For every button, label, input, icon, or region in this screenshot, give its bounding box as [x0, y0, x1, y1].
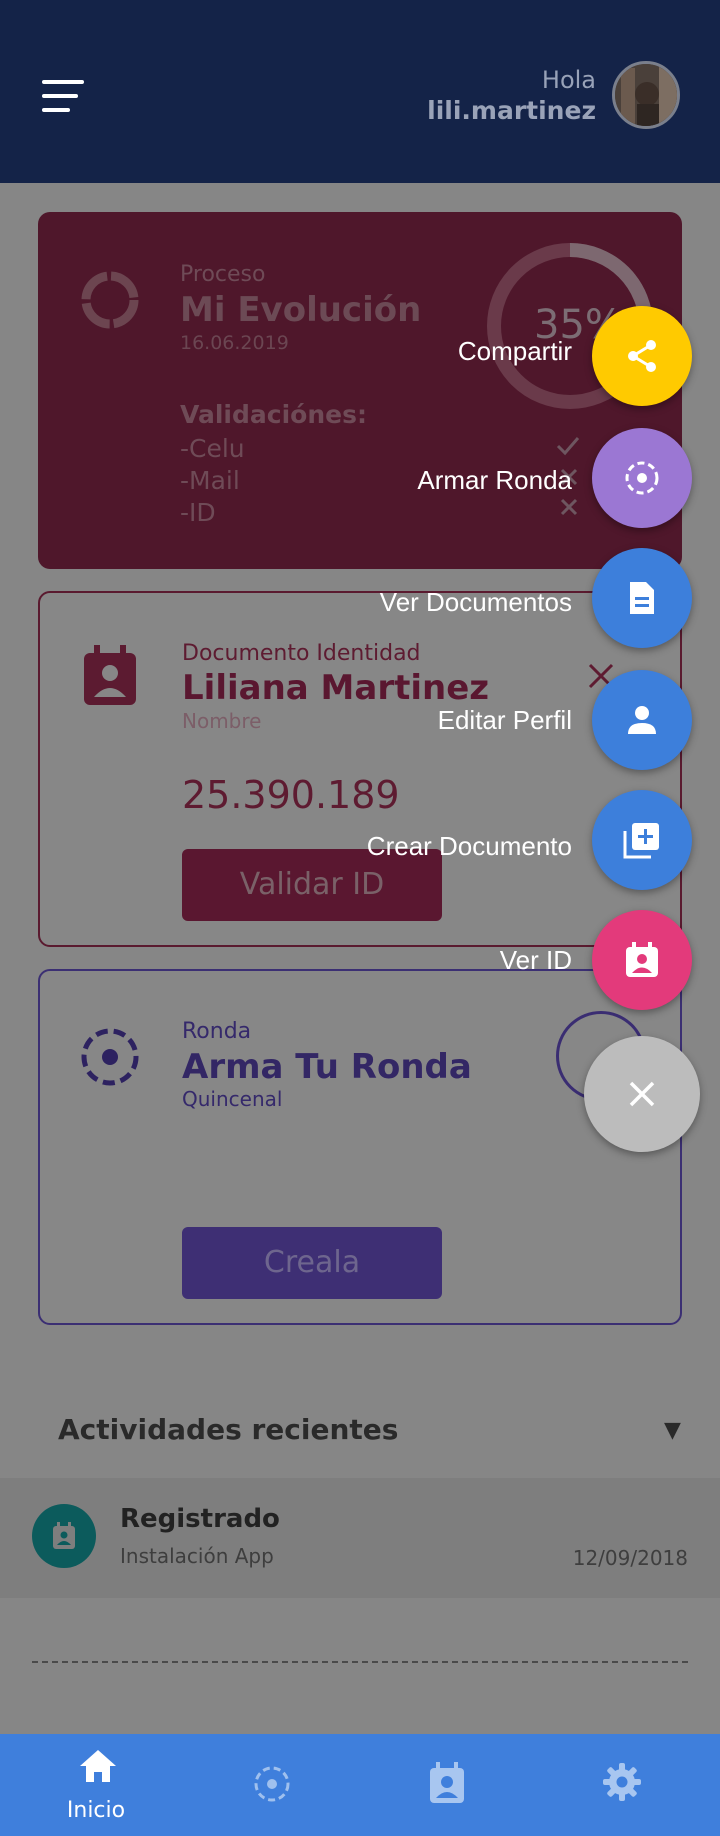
- activity-detail: Instalación App: [120, 1544, 274, 1568]
- avatar[interactable]: [612, 61, 680, 129]
- gear-icon: [603, 1763, 641, 1801]
- share-button[interactable]: [592, 306, 692, 406]
- view-id-button[interactable]: [592, 910, 692, 1010]
- fab-label-create-document: Crear Documento: [366, 831, 572, 861]
- id-badge-icon: [84, 645, 136, 705]
- ronda-icon: [81, 1028, 139, 1086]
- id-name-label: Nombre: [182, 709, 262, 733]
- check-icon: [556, 437, 580, 456]
- nav-item-settings[interactable]: [532, 1734, 712, 1836]
- activity-name: Registrado: [120, 1504, 280, 1534]
- bottom-navigation: Inicio: [0, 1734, 720, 1836]
- fab-label-share: Compartir: [457, 336, 572, 366]
- ronda-overline: Ronda: [182, 1019, 252, 1044]
- view-documents-button[interactable]: [592, 548, 692, 648]
- close-speed-dial-button[interactable]: [584, 1036, 700, 1152]
- hamburger-menu-icon[interactable]: [42, 80, 84, 112]
- validate-id-label: Validar ID: [239, 867, 385, 902]
- validation-id: -ID: [180, 498, 216, 527]
- ronda-icon: [254, 1766, 290, 1802]
- evolution-title: Mi Evolución: [180, 290, 422, 330]
- id-overline: Documento Identidad: [182, 641, 421, 666]
- create-document-button[interactable]: [592, 790, 692, 890]
- fab-label-ronda: Armar Ronda: [417, 465, 572, 495]
- ronda-frequency: Quincenal: [182, 1087, 283, 1111]
- nav-item-ronda[interactable]: [182, 1734, 362, 1836]
- greeting-text: Hola: [541, 66, 596, 94]
- validations-title: Validaciónes:: [180, 400, 367, 429]
- fab-label-profile: Editar Perfil: [437, 705, 572, 735]
- edit-profile-button[interactable]: [592, 670, 692, 770]
- user-greeting: Hola lili.martinez: [427, 66, 596, 125]
- cross-icon: [560, 498, 578, 516]
- home-icon: [80, 1750, 116, 1782]
- ronda-icon: [625, 461, 659, 495]
- share-icon: [628, 340, 656, 372]
- fab-label-documents: Ver Documentos: [379, 587, 572, 617]
- divider: [32, 1661, 688, 1663]
- close-icon: [629, 1081, 655, 1107]
- nav-item-id[interactable]: [358, 1734, 538, 1836]
- id-number: 25.390.189: [182, 773, 400, 817]
- validation-mail: -Mail: [180, 466, 240, 495]
- id-badge-icon: [626, 942, 658, 977]
- id-holder-name: Liliana Martinez: [182, 668, 490, 708]
- ronda-title: Arma Tu Ronda: [182, 1047, 472, 1087]
- document-icon: [630, 582, 654, 614]
- recent-activities-title: Actividades recientes: [58, 1413, 399, 1446]
- ronda-card[interactable]: Ronda Arma Tu Ronda Quincenal Creala: [38, 969, 682, 1325]
- app-header: Hola lili.martinez: [0, 0, 720, 183]
- list-item[interactable]: Registrado Instalación App 12/09/2018: [0, 1478, 720, 1598]
- id-card[interactable]: Documento Identidad Liliana Martinez Nom…: [38, 591, 682, 947]
- evolution-card[interactable]: Proceso Mi Evolución 16.06.2019 35% Vali…: [38, 212, 682, 569]
- registered-icon: [32, 1504, 96, 1568]
- username-text: lili.martinez: [427, 96, 596, 125]
- person-icon: [628, 706, 656, 734]
- validation-celu: -Celu: [180, 434, 245, 463]
- id-badge-icon: [430, 1762, 464, 1803]
- fab-label-view-id: Ver ID: [499, 945, 572, 975]
- evolution-date: 16.06.2019: [180, 332, 289, 354]
- build-ronda-button[interactable]: [592, 428, 692, 528]
- evolution-overline: Proceso: [180, 262, 266, 287]
- create-ronda-label: Creala: [263, 1245, 361, 1280]
- nav-item-home[interactable]: Inicio: [6, 1734, 186, 1836]
- activity-date: 12/09/2018: [572, 1546, 688, 1570]
- chevron-down-icon[interactable]: ▼: [664, 1418, 681, 1443]
- add-document-icon: [623, 823, 659, 859]
- progress-ring-icon: [81, 271, 139, 329]
- nav-label-home: Inicio: [66, 1798, 126, 1823]
